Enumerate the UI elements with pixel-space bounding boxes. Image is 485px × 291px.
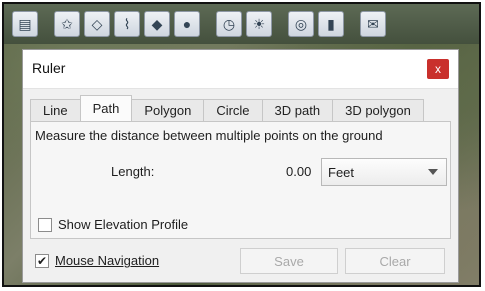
- mouse-navigation-label[interactable]: Mouse Navigation: [55, 253, 159, 268]
- planets-icon[interactable]: ◎: [288, 11, 314, 37]
- tab-3d-path[interactable]: 3D path: [261, 99, 334, 121]
- length-label: Length:: [111, 164, 155, 179]
- length-value: 0.00: [286, 164, 312, 179]
- close-button[interactable]: x: [427, 59, 449, 79]
- screenshot-frame: ▤ ✩ ◇ ⌇ ◆ ● ◷ ☀ ◎ ▮ ✉ Ruler x Line Path …: [2, 2, 481, 287]
- tab-3d-polygon[interactable]: 3D polygon: [332, 99, 424, 121]
- polygon-icon[interactable]: ◇: [84, 11, 110, 37]
- tab-path[interactable]: Path: [79, 95, 133, 121]
- mouse-navigation-checkbox[interactable]: ✔: [35, 254, 49, 268]
- tab-strip: Line Path Polygon Circle 3D path 3D poly…: [30, 95, 424, 121]
- dialog-titlebar[interactable]: Ruler x: [23, 50, 458, 89]
- save-button[interactable]: Save: [240, 248, 338, 274]
- checkmark-icon: ✔: [36, 254, 48, 268]
- clear-button[interactable]: Clear: [345, 248, 445, 274]
- toolbar: ▤ ✩ ◇ ⌇ ◆ ● ◷ ☀ ◎ ▮ ✉: [4, 4, 479, 44]
- historical-imagery-icon[interactable]: ◷: [216, 11, 242, 37]
- tab-circle[interactable]: Circle: [203, 99, 263, 121]
- sunlight-icon[interactable]: ☀: [246, 11, 272, 37]
- email-icon[interactable]: ✉: [360, 11, 386, 37]
- dialog-title: Ruler: [32, 60, 66, 76]
- measure-description: Measure the distance between multiple po…: [35, 128, 383, 143]
- close-icon: x: [435, 62, 441, 76]
- unit-selected-value: Feet: [328, 165, 355, 180]
- path-icon[interactable]: ⌇: [114, 11, 140, 37]
- sidebar-icon[interactable]: ▤: [12, 11, 38, 37]
- placemark-icon[interactable]: ✩: [54, 11, 80, 37]
- tab-polygon[interactable]: Polygon: [131, 99, 205, 121]
- dialog-footer: ✔ Mouse Navigation Save Clear: [30, 246, 451, 276]
- ruler-dialog: Ruler x Line Path Polygon Circle 3D path…: [22, 49, 459, 283]
- overlay-icon[interactable]: ◆: [144, 11, 170, 37]
- tab-line[interactable]: Line: [30, 99, 81, 121]
- show-elevation-checkbox[interactable]: [38, 218, 52, 232]
- show-elevation-label[interactable]: Show Elevation Profile: [58, 217, 188, 232]
- chevron-down-icon: [428, 169, 438, 175]
- path-tab-panel: Measure the distance between multiple po…: [30, 121, 451, 239]
- tour-icon[interactable]: ●: [174, 11, 200, 37]
- ruler-icon[interactable]: ▮: [318, 11, 344, 37]
- unit-dropdown[interactable]: Feet: [321, 158, 447, 186]
